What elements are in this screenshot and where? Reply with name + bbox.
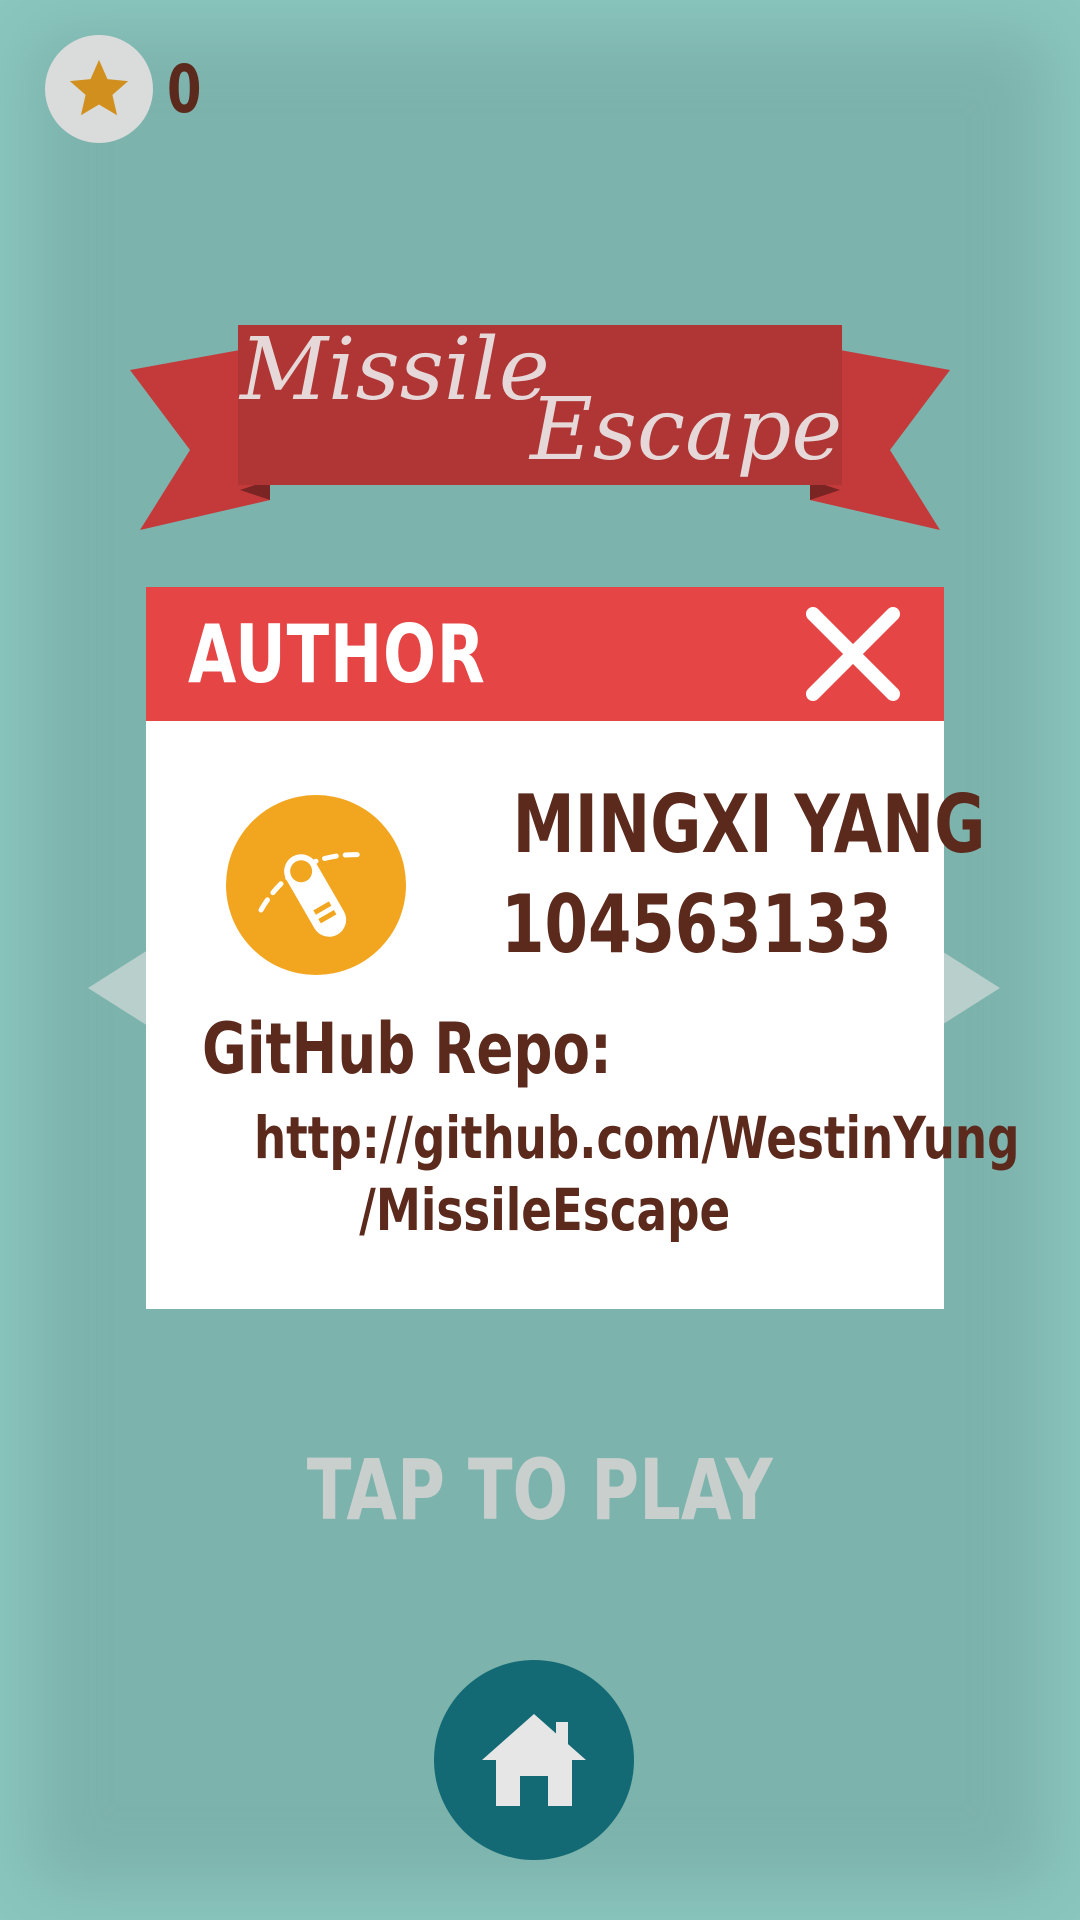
- tap-to-play-button[interactable]: TAP TO PLAY: [0, 1440, 1080, 1540]
- author-id: 104563133: [501, 878, 892, 971]
- repo-label: GitHub Repo:: [202, 1008, 612, 1090]
- next-arrow-icon[interactable]: [940, 950, 1000, 1026]
- repo-url-line2: /MissileEscape: [359, 1176, 731, 1244]
- app-logo: [226, 795, 406, 975]
- repo-url-link[interactable]: http://github.com/WestinYung /MissileEsc…: [146, 1102, 1020, 1246]
- star-icon: [69, 59, 129, 116]
- title-missile: Missile: [240, 320, 550, 420]
- home-button[interactable]: [434, 1660, 634, 1860]
- dialog-title: AUTHOR: [188, 608, 486, 701]
- finger-swipe-icon: [258, 852, 369, 937]
- close-button[interactable]: [801, 602, 905, 706]
- tap-to-play-label: TAP TO PLAY: [306, 1441, 774, 1539]
- close-icon: [806, 607, 900, 701]
- dialog-header: AUTHOR: [146, 587, 944, 721]
- star-badge: [45, 35, 153, 143]
- title-escape: Escape: [530, 380, 843, 480]
- author-name: MINGXI YANG: [512, 778, 986, 871]
- star-count: 0: [167, 51, 202, 128]
- home-icon: [482, 1714, 586, 1806]
- author-dialog: AUTHOR MINGXI YANG 104563133 GitHub Repo…: [146, 587, 1020, 1309]
- repo-url-line1: http://github.com/WestinYung: [253, 1104, 1020, 1172]
- previous-arrow-icon[interactable]: [88, 950, 148, 1026]
